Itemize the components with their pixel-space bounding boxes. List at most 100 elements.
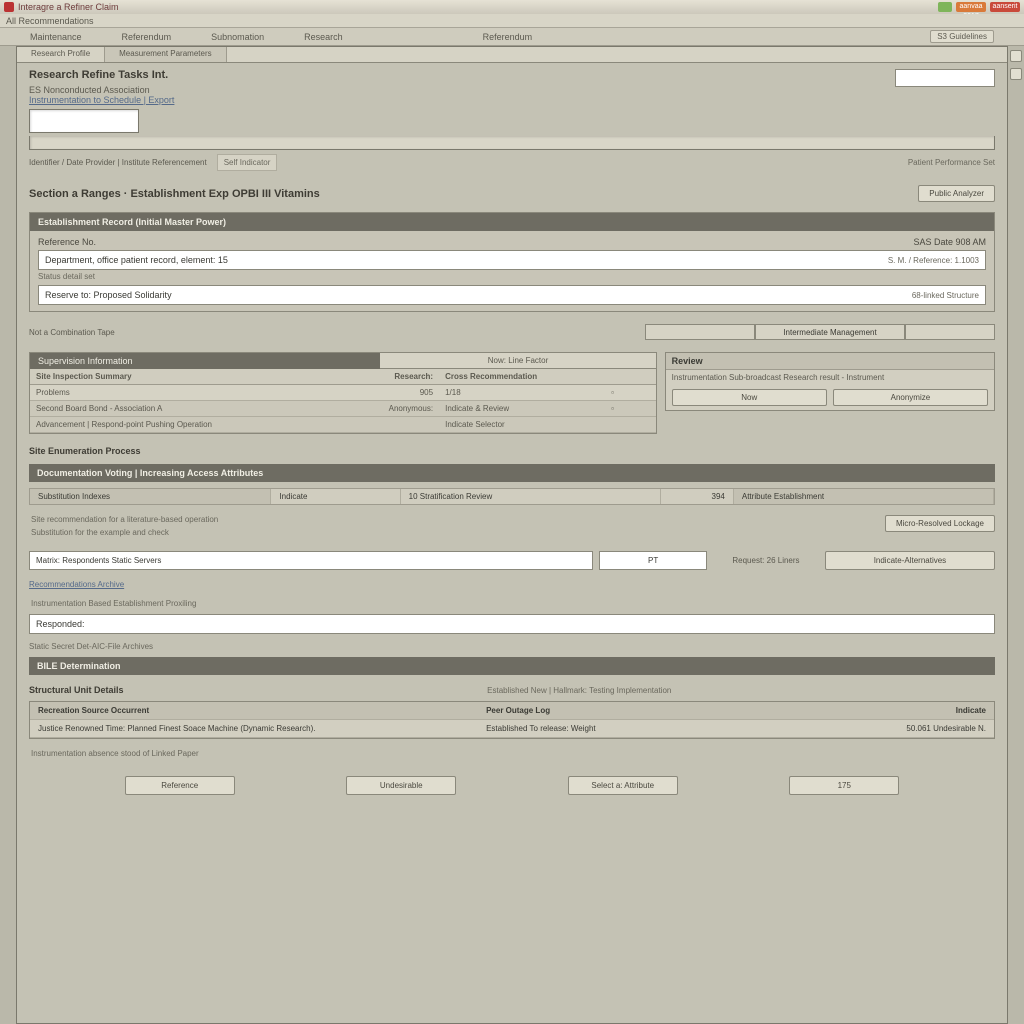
reserve-input-ref: 68-linked Structure (912, 291, 979, 300)
main-panel: Research Profile Measurement Parameters … (16, 46, 1008, 1024)
page-header: Research Refine Tasks Int. ES Nonconduct… (29, 69, 995, 171)
app-icon (4, 2, 14, 12)
window-title: Interagre a Refiner Claim (18, 2, 119, 12)
col-site-summary: Site Inspection Summary (30, 369, 324, 384)
tbl-row-c3: 50.061 Undesirable N. (840, 720, 994, 737)
menu-subnomation[interactable]: Subnomation (211, 32, 264, 42)
footer-undesirable-button[interactable]: Undesirable (346, 776, 456, 795)
status-badge-green (938, 2, 952, 12)
public-analyzer-button[interactable]: Public Analyzer (918, 185, 995, 202)
filter-problems[interactable]: Problems (30, 385, 324, 400)
review-header: Review (666, 353, 994, 370)
bile-bar: BILE Determination (29, 657, 995, 675)
schedule-export-link[interactable]: Instrumentation to Schedule | Export (29, 95, 995, 105)
subtab-blank-2[interactable] (905, 324, 995, 339)
reserve-input-text: Reserve to: Proposed Solidarity (45, 290, 172, 300)
status-detail-label: Status detail set (38, 272, 986, 281)
th-attr-estab[interactable]: Attribute Establishment (734, 489, 994, 504)
tabstrip: Research Profile Measurement Parameters (17, 47, 1007, 63)
reserve-input[interactable]: Reserve to: Proposed Solidarity 68-linke… (38, 285, 986, 305)
row1-expand-icon[interactable]: ▫ (605, 401, 656, 416)
subtab-blank-1[interactable] (645, 324, 755, 339)
menubar: Maintenance Referendum Subnomation Resea… (0, 28, 1024, 46)
subtab-intermediate-mgmt[interactable]: Intermediate Management (755, 324, 905, 339)
page-subtitle: ES Nonconducted Association (29, 85, 995, 95)
status-badge-red: aanserit (990, 2, 1020, 12)
tbl-row-c2: Established To release: Weight (478, 720, 840, 737)
tbl-col-peer: Peer Outage Log (478, 702, 840, 719)
attr-header-row: Substitution Indexes Indicate 10 Stratif… (29, 488, 995, 505)
menu-center[interactable]: Referendum (483, 32, 533, 42)
struct-unit-table: Recreation Source Occurrent Peer Outage … (29, 701, 995, 739)
filter-ratio[interactable]: 1/18 (439, 385, 605, 400)
filter-expand-icon[interactable]: ▫ (605, 385, 656, 400)
identifier-input[interactable] (29, 109, 139, 133)
menu-referendum[interactable]: Referendum (122, 32, 172, 42)
status-badge-orange: aanvaa 3017 (956, 2, 986, 12)
tbl-row-c1[interactable]: Justice Renowned Time: Planned Finest So… (30, 720, 478, 737)
row2-name[interactable]: Advancement | Respond-point Pushing Oper… (30, 417, 324, 432)
reference-no-label: Reference No. (38, 237, 96, 247)
responded-input[interactable]: Responded: (29, 614, 995, 634)
site-enum-title: Site Enumeration Process (29, 446, 995, 456)
right-gutter (1008, 46, 1024, 1024)
tab-research-profile[interactable]: Research Profile (17, 47, 105, 62)
section-ranges-title: Section a Ranges · Establishment Exp OPB… (29, 188, 320, 200)
establishment-record-panel: Establishment Record (Initial Master Pow… (29, 212, 995, 312)
th-stratification[interactable]: 10 Stratification Review (401, 489, 661, 504)
instr-proxiling-label: Instrumentation Based Establishment Prox… (29, 599, 995, 608)
subtitlebar: All Recommendations (0, 14, 1024, 28)
guidelines-button[interactable]: S3 Guidelines (930, 30, 994, 43)
sas-date-value: SAS Date 908 AM (913, 237, 986, 247)
review-now-button[interactable]: Now (672, 389, 827, 406)
th-indicate[interactable]: Indicate (271, 489, 400, 504)
review-anonymize-button[interactable]: Anonymize (833, 389, 988, 406)
supervision-info-panel: Supervision Information Now: Line Factor… (29, 352, 657, 434)
struct-unit-title: Structural Unit Details (29, 685, 124, 695)
filter-905[interactable]: 905 (324, 385, 439, 400)
establishment-record-header: Establishment Record (Initial Master Pow… (30, 213, 994, 231)
patient-performance-label: Patient Performance Set (908, 158, 995, 167)
footer-select-attr-button[interactable]: Select a: Attribute (568, 776, 678, 795)
footer-175-button[interactable]: 175 (789, 776, 899, 795)
tbl-col-recreation: Recreation Source Occurrent (30, 702, 478, 719)
tab-measurement-parameters[interactable]: Measurement Parameters (105, 47, 226, 62)
menu-research[interactable]: Research (304, 32, 343, 42)
self-indicator-label: Self Indicator (217, 154, 278, 171)
rec-archive-link[interactable]: Recommendations Archive (29, 580, 995, 589)
responded-input-text: Responded: (36, 619, 85, 629)
footer-reference-button[interactable]: Reference (125, 776, 235, 795)
department-input-ref: S. M. / Reference: 1.1003 (888, 256, 979, 265)
identifier-label: Identifier / Date Provider | Institute R… (29, 158, 207, 167)
col-cross-rec: Cross Recommendation (439, 369, 605, 384)
header-search-input[interactable] (895, 69, 995, 87)
combination-tape-label: Not a Combination Tape (29, 328, 115, 337)
indicate-alt-button[interactable]: Indicate-Alternatives (825, 551, 995, 570)
titlebar: Interagre a Refiner Claim aanvaa 3017 aa… (0, 0, 1024, 14)
th-substitution[interactable]: Substitution Indexes (30, 489, 271, 504)
th-394: 394 (661, 489, 734, 504)
left-gutter (0, 46, 16, 1024)
row1-action[interactable]: Indicate & Review (439, 401, 605, 416)
row1-name[interactable]: Second Board Bond - Association A (30, 401, 324, 416)
row1-anon: Anonymous: (324, 401, 439, 416)
col-research: Research: (324, 369, 439, 384)
established-note: Established New | Hallmark: Testing Impl… (164, 686, 995, 695)
page-title: Research Refine Tasks Int. (29, 69, 995, 81)
row2-action[interactable]: Indicate Selector (439, 417, 605, 432)
static-secret-label: Static Secret Det-AIC-File Archives (29, 642, 995, 651)
micro-lockage-button[interactable]: Micro-Resolved Lockage (885, 515, 995, 532)
line-factor-tab[interactable]: Now: Line Factor (380, 353, 655, 369)
identifier-input-ext[interactable] (29, 136, 995, 150)
tool-icon-2[interactable] (1010, 68, 1022, 80)
tbl-col-indicate: Indicate (840, 702, 994, 719)
pt-input[interactable]: PT (599, 551, 707, 570)
desc-line-1: Site recommendation for a literature-bas… (29, 511, 885, 528)
doc-voting-bar: Documentation Voting | Increasing Access… (29, 464, 995, 482)
footer-buttons: Reference Undesirable Select a: Attribut… (29, 768, 995, 803)
matrix-input[interactable]: Matrix: Respondents Static Servers (29, 551, 593, 570)
tool-icon-1[interactable] (1010, 50, 1022, 62)
supervision-info-header: Supervision Information (30, 353, 380, 369)
menu-maintenance[interactable]: Maintenance (30, 32, 82, 42)
department-input[interactable]: Department, office patient record, eleme… (38, 250, 986, 270)
